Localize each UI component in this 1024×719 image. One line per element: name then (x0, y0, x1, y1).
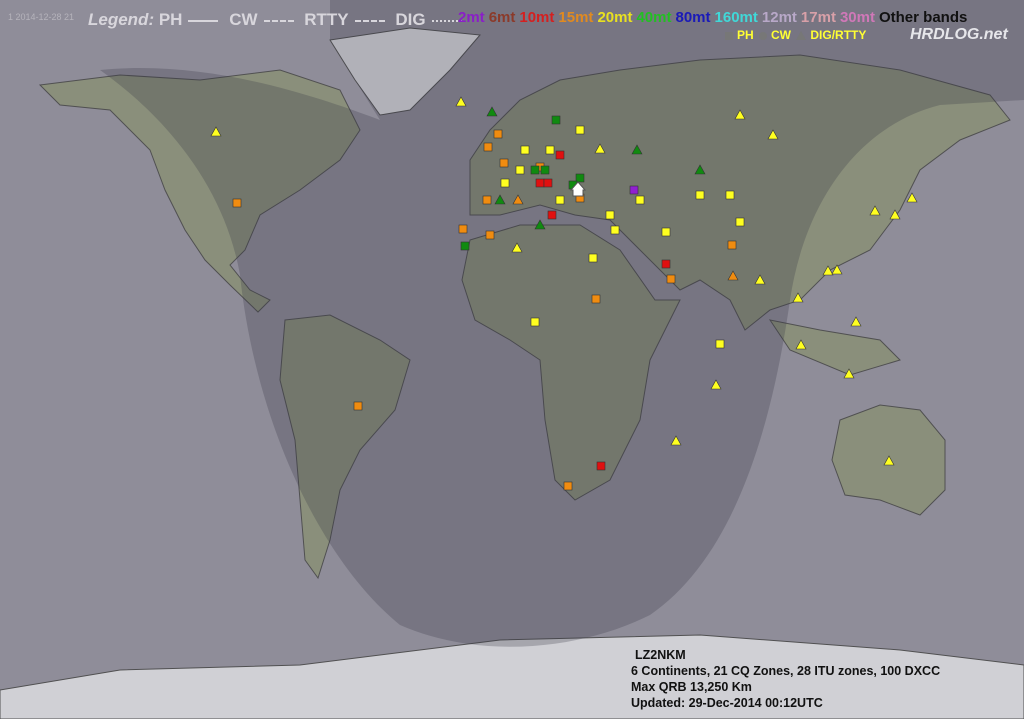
ph-yellow-marker (610, 225, 620, 235)
ph-yellow-marker (575, 125, 585, 135)
ph-yellow-marker (661, 227, 671, 237)
ph-orange-marker (666, 274, 676, 284)
band-15mt: 15mt (558, 9, 594, 26)
band-20mt: 20mt (597, 9, 633, 26)
dashed-line-icon (354, 19, 385, 22)
ph-orange-marker (353, 401, 363, 411)
ph-yellow-marker (695, 190, 705, 200)
updated-time: Updated: 29-Dec-2014 00:12UTC (631, 696, 823, 710)
legend-mode-rtty: RTTY (304, 10, 349, 29)
triangle-icon (796, 31, 807, 41)
band-17mt: 17mt (800, 9, 836, 26)
ph-yellow-marker (555, 195, 565, 205)
ph-yellow-marker (530, 317, 540, 327)
band-40mt: 40mt (636, 9, 672, 26)
legend-label: Legend: (88, 10, 155, 29)
log-stats: LZ2NKM 6 Continents, 21 CQ Zones, 28 ITU… (631, 647, 940, 711)
ph-green-marker (551, 115, 561, 125)
ph-orange-marker (232, 198, 242, 208)
legend-mode-ph: PH (158, 10, 183, 29)
band-12mt: 12mt (761, 9, 797, 26)
ph-red-marker (535, 178, 545, 188)
ph-red-marker (661, 259, 671, 269)
solid-line-icon (188, 19, 219, 22)
ph-yellow-marker (635, 195, 645, 205)
ph-green-marker (460, 241, 470, 251)
circle-icon (759, 31, 768, 40)
legend-mode-dig: DIG (395, 10, 426, 29)
ph-orange-marker (493, 129, 503, 139)
dash-dot-line-icon (263, 19, 294, 22)
ph-red-marker (543, 178, 553, 188)
ph-yellow-marker (715, 339, 725, 349)
band-80mt: 80mt (675, 9, 711, 26)
ph-purple-marker (629, 185, 639, 195)
band-30mt: 30mt (839, 9, 875, 26)
key-ph: PH (737, 28, 754, 42)
ph-red-marker (547, 210, 557, 220)
ph-orange-marker (499, 158, 509, 168)
key-cw: CW (771, 28, 792, 42)
legend-mode-cw: CW (229, 10, 258, 29)
marker-shape-key: PH CW DIG/RTTY (723, 28, 866, 42)
ph-orange-marker (482, 195, 492, 205)
callsign: LZ2NKM (635, 648, 686, 662)
ph-yellow-marker (515, 165, 525, 175)
ph-green-marker (530, 165, 540, 175)
ph-yellow-marker (605, 210, 615, 220)
band-6mt: 6mt (488, 9, 516, 26)
ph-yellow-marker (545, 145, 555, 155)
band-160mt: 160mt (714, 9, 758, 26)
ph-yellow-marker (500, 178, 510, 188)
square-icon (725, 31, 733, 40)
legend-bar: 1 2014-12-28 21 Legend: PH CW RTTY DIG 2… (0, 4, 1024, 44)
stats-summary: 6 Continents, 21 CQ Zones, 28 ITU zones,… (631, 664, 941, 678)
ph-red-marker (596, 461, 606, 471)
band-2mt: 2mt (458, 9, 485, 26)
ph-orange-marker (458, 224, 468, 234)
ph-orange-marker (483, 142, 493, 152)
ph-orange-marker (727, 240, 737, 250)
map-timestamp: 1 2014-12-28 21 (8, 12, 75, 22)
ph-yellow-marker (725, 190, 735, 200)
world-map (0, 0, 1024, 719)
band-10mt: 10mt (519, 9, 555, 26)
ph-yellow-marker (520, 145, 530, 155)
mode-legend: Legend: PH CW RTTY DIG (88, 10, 468, 30)
ph-orange-marker (563, 481, 573, 491)
ph-green-marker (540, 165, 550, 175)
ph-yellow-marker (588, 253, 598, 263)
brand-logo: HRDLOG.net (910, 26, 1008, 43)
ph-orange-marker (591, 294, 601, 304)
max-qrb: Max QRB 13,250 Km (631, 680, 752, 694)
ph-red-marker (555, 150, 565, 160)
key-dig: DIG/RTTY (810, 28, 867, 42)
band-legend: 2mt 6mt 10mt 15mt 20mt 40mt 80mt 160mt 12mt 17mt 3… (458, 9, 971, 26)
ph-orange-marker (485, 230, 495, 240)
band-other-bands: Other bands (878, 9, 968, 26)
ph-yellow-marker (735, 217, 745, 227)
